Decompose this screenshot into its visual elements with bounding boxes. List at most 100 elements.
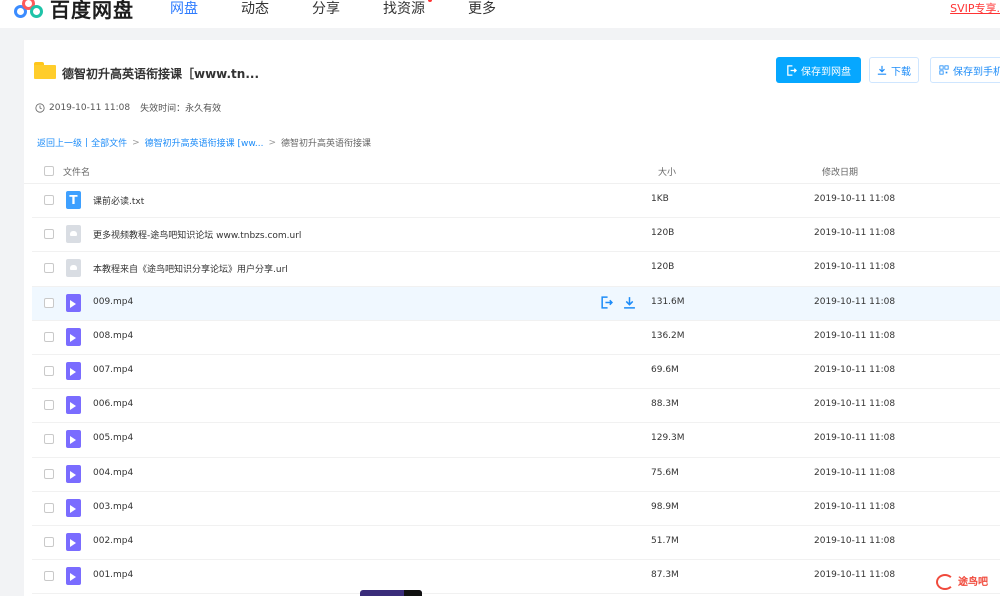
breadcrumb-parent-link[interactable]: 德智初升高英语衔接课 [ww... [145,136,264,149]
file-date: 2019-10-11 11:08 [814,433,896,444]
video-file-icon [66,464,81,483]
file-date: 2019-10-11 11:08 [814,570,896,581]
save-to-netdisk-button[interactable]: 保存到网盘 [776,57,861,83]
table-row[interactable]: 009.mp4 131.6M 2019-10-11 11:08 [32,286,1000,321]
share-meta: 2019-10-11 11:08 失效时间： 永久有效 [35,101,221,114]
created-time: 2019-10-11 11:08 [49,102,131,113]
file-date: 2019-10-11 11:08 [814,228,896,239]
table-row[interactable]: T 课前必读.txt 1KB 2019-10-11 11:08 [32,184,1000,219]
file-size: 87.3M [651,570,679,581]
table-row[interactable]: 007.mp4 69.6M 2019-10-11 11:08 [32,355,1000,390]
top-navigation-bar: 百度网盘 网盘 动态 分享 找资源 更多 SVIP专享. [0,0,1000,28]
file-name[interactable]: 001.mp4 [93,570,133,580]
table-row[interactable]: 005.mp4 129.3M 2019-10-11 11:08 [32,423,1000,458]
video-file-icon [66,498,81,517]
breadcrumb-separator: | [85,137,89,148]
table-row[interactable]: 002.mp4 51.7M 2019-10-11 11:08 [32,526,1000,561]
file-size: 51.7M [651,535,679,546]
nav-item-activity[interactable]: 动态 [241,0,269,18]
file-name[interactable]: 009.mp4 [93,297,133,307]
file-size: 120B [651,228,675,239]
table-row[interactable]: 更多视频教程-途鸟吧知识论坛 www.tnbzs.com.url 120B 20… [32,218,1000,253]
column-header-size[interactable]: 大小 [658,165,676,178]
column-header-date[interactable]: 修改日期 [822,165,858,178]
file-name[interactable]: 008.mp4 [93,331,133,341]
watermark-text: 途鸟吧 [958,576,988,588]
breadcrumb-all-files-link[interactable]: 全部文件 [91,136,127,149]
breadcrumb: 返回上一级 | 全部文件 > 德智初升高英语衔接课 [ww... > 德智初升高… [37,136,371,150]
save-to-netdisk-icon[interactable] [600,295,613,309]
row-checkbox[interactable] [44,229,54,240]
nav-item-find-resources[interactable]: 找资源 [383,0,432,18]
video-file-icon [66,361,81,380]
table-row[interactable]: 008.mp4 136.2M 2019-10-11 11:08 [32,321,1000,355]
table-row[interactable]: 001.mp4 87.3M 2019-10-11 11:08 [32,560,1000,595]
file-list: T 课前必读.txt 1KB 2019-10-11 11:08 更多视频教程-途… [32,184,1000,595]
row-checkbox[interactable] [44,571,54,582]
table-row[interactable]: 006.mp4 88.3M 2019-10-11 11:08 [32,389,1000,424]
video-file-icon [66,396,81,415]
share-title: 德智初升高英语衔接课［www.tn... [62,67,260,81]
file-name[interactable]: 005.mp4 [93,433,133,443]
breadcrumb-back-link[interactable]: 返回上一级 [37,136,82,149]
qrcode-icon [939,65,949,75]
column-header-name[interactable]: 文件名 [63,165,90,178]
file-date: 2019-10-11 11:08 [814,501,896,512]
row-checkbox[interactable] [44,434,54,445]
row-checkbox[interactable] [44,297,54,308]
video-file-icon [66,327,81,346]
bird-logo-icon [934,572,956,590]
file-name[interactable]: 006.mp4 [93,399,133,409]
video-file-icon [66,293,81,312]
download-button[interactable]: 下载 [869,57,919,83]
row-checkbox[interactable] [44,400,54,411]
file-date: 2019-10-11 11:08 [814,399,896,410]
text-file-icon: T [66,191,81,209]
clock-icon [35,102,45,113]
file-size: 75.6M [651,467,679,478]
save-to-phone-button[interactable]: 保存到手机 [930,57,1000,83]
floating-player-bar[interactable] [360,590,422,596]
file-name[interactable]: 课前必读.txt [93,194,144,207]
expire-value: 永久有效 [185,104,222,114]
watermark-logo: 途鸟吧 [934,572,988,590]
nav-item-more[interactable]: 更多 [468,0,496,18]
row-checkbox[interactable] [44,502,54,513]
chevron-right-icon: > [268,137,277,148]
logo-text: 百度网盘 [50,0,134,22]
row-checkbox[interactable] [44,536,54,547]
file-date: 2019-10-11 11:08 [814,467,896,478]
row-checkbox[interactable] [44,263,54,274]
link-file-icon [66,225,81,244]
file-table-header: 文件名 大小 修改日期 [24,158,1000,184]
video-file-icon [66,567,81,586]
table-row[interactable]: 003.mp4 98.9M 2019-10-11 11:08 [32,492,1000,526]
file-size: 131.6M [651,296,685,307]
file-name[interactable]: 本教程来自《途鸟吧知识分享论坛》用户分享.url [93,262,288,275]
table-row[interactable]: 004.mp4 75.6M 2019-10-11 11:08 [32,458,1000,492]
nav-item-netdisk[interactable]: 网盘 [170,0,198,18]
chevron-right-icon: > [132,137,140,148]
main-nav: 网盘 动态 分享 找资源 更多 [170,0,539,18]
file-size: 120B [651,262,675,273]
baidu-netdisk-logo[interactable]: 百度网盘 [14,0,134,23]
file-name[interactable]: 002.mp4 [93,536,133,546]
file-name[interactable]: 004.mp4 [93,468,133,478]
row-checkbox[interactable] [44,331,54,342]
file-name[interactable]: 007.mp4 [93,365,133,375]
select-all-checkbox[interactable] [44,166,54,176]
file-date: 2019-10-11 11:08 [814,262,896,273]
svip-link[interactable]: SVIP专享. [950,0,1000,16]
row-checkbox[interactable] [44,468,54,479]
nav-item-share[interactable]: 分享 [312,0,340,18]
download-icon[interactable] [623,296,636,309]
table-row[interactable]: 本教程来自《途鸟吧知识分享论坛》用户分享.url 120B 2019-10-11… [32,252,1000,287]
file-name[interactable]: 003.mp4 [93,502,133,512]
row-actions [600,295,646,309]
row-checkbox[interactable] [44,365,54,376]
row-checkbox[interactable] [44,195,54,205]
file-name[interactable]: 更多视频教程-途鸟吧知识论坛 www.tnbzs.com.url [93,228,301,241]
download-icon [877,65,887,75]
folder-icon [34,62,56,79]
file-date: 2019-10-11 11:08 [814,296,896,307]
